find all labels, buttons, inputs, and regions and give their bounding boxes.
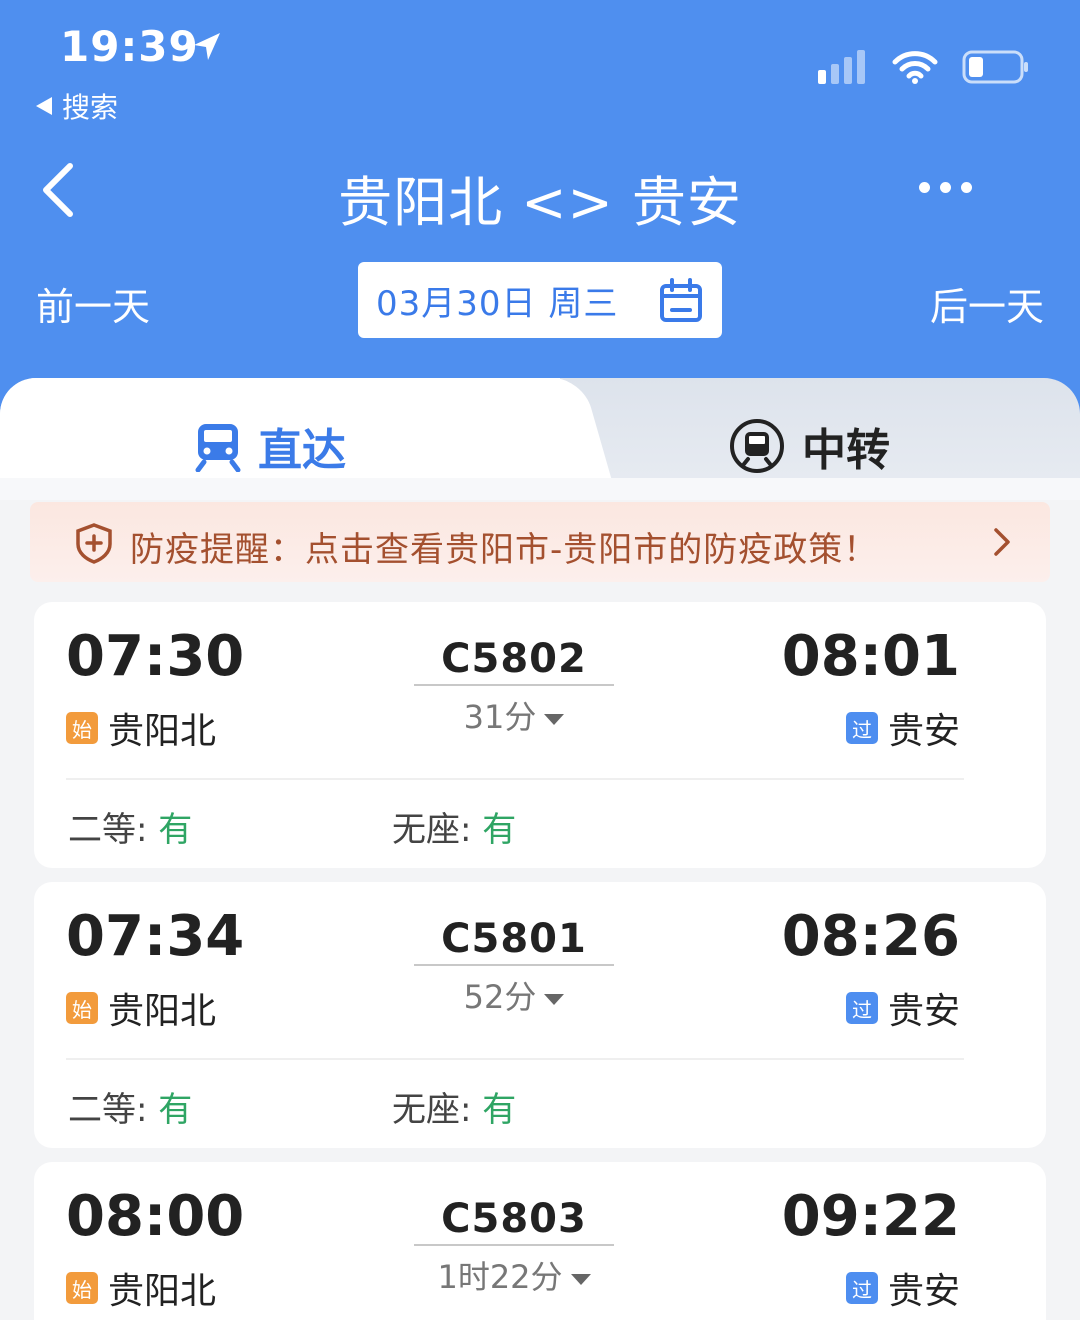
train-number: C5803 (441, 1196, 587, 1242)
shield-icon (76, 523, 112, 564)
train-icon (195, 424, 241, 472)
back-to-app-button[interactable]: 搜索 (36, 86, 118, 126)
pass-badge: 过 (845, 712, 878, 744)
seat-second-class: 二等: 有 (68, 810, 193, 850)
start-badge: 始 (66, 712, 98, 744)
arrival-station-name: 贵安 (887, 1271, 960, 1312)
arrival-station: 过 贵安 (845, 1262, 960, 1314)
departure-station-name: 贵阳北 (108, 711, 217, 752)
duration-text: 1时22分 (437, 1258, 563, 1296)
seat-no-seat: 无座: 有 (392, 810, 517, 850)
location-arrow-icon (194, 33, 220, 60)
notice-text: 防疫提醒：点击查看贵阳市-贵阳市的防疫政策！ (130, 530, 879, 570)
arrival-station: 过 贵安 (845, 982, 960, 1034)
route-line (414, 1244, 614, 1246)
divider (66, 1058, 964, 1060)
back-triangle-icon (36, 97, 52, 115)
arrival-time: 09:22 (781, 1184, 960, 1249)
duration-text: 52分 (463, 978, 537, 1016)
divider (66, 778, 964, 780)
train-card[interactable]: 07:30 始 贵阳北 C5802 31分 08:01 过 贵安 二等: 有 无… (34, 602, 1046, 868)
train-card[interactable]: 07:34 始 贵阳北 C5801 52分 08:26 过 贵安 二等: 有 无… (34, 882, 1046, 1148)
more-icon[interactable] (919, 182, 972, 193)
signal-icon (818, 50, 865, 84)
duration-text: 31分 (463, 698, 537, 736)
seat-no-seat: 无座: 有 (392, 1090, 517, 1130)
page-title: 贵阳北 <> 贵安 (338, 171, 742, 234)
date-label: 03月30日 周三 (376, 283, 619, 324)
caret-down-icon (544, 713, 565, 725)
departure-time: 08:00 (66, 1184, 245, 1249)
departure-time: 07:30 (66, 624, 245, 689)
back-app-label: 搜索 (62, 91, 119, 124)
arrival-time: 08:26 (781, 904, 960, 969)
arrival-station: 过 贵安 (845, 702, 960, 754)
route-line (414, 684, 614, 686)
transfer-icon (730, 419, 784, 473)
start-badge: 始 (66, 992, 98, 1024)
tab-direct-label: 直达 (258, 425, 346, 476)
tab-transfer-label: 中转 (802, 425, 890, 476)
start-badge: 始 (66, 1272, 98, 1304)
battery-icon (962, 50, 1028, 84)
route-line (414, 964, 614, 966)
duration-toggle[interactable]: 1时22分 (414, 1252, 614, 1298)
train-number: C5802 (441, 636, 587, 682)
arrival-time: 08:01 (781, 624, 960, 689)
departure-station-name: 贵阳北 (108, 1271, 217, 1312)
caret-down-icon (544, 993, 565, 1005)
wifi-icon (892, 51, 938, 84)
prev-day-button[interactable]: 前一天 (36, 276, 150, 331)
departure-station: 始 贵阳北 (66, 982, 216, 1034)
departure-station: 始 贵阳北 (66, 702, 216, 754)
train-number: C5801 (441, 916, 587, 962)
duration-toggle[interactable]: 31分 (414, 692, 614, 738)
epidemic-notice[interactable]: 防疫提醒：点击查看贵阳市-贵阳市的防疫政策！ (30, 502, 1050, 582)
tab-transfer[interactable]: 中转 (728, 414, 890, 478)
calendar-icon (660, 278, 702, 322)
route-tabs: 直达 中转 (0, 378, 1080, 500)
pass-badge: 过 (845, 1272, 878, 1304)
duration-toggle[interactable]: 52分 (414, 972, 614, 1018)
date-picker[interactable]: 03月30日 周三 (358, 262, 722, 338)
next-day-button[interactable]: 后一天 (930, 276, 1044, 331)
departure-time: 07:34 (66, 904, 245, 969)
chevron-right-icon (994, 528, 1010, 556)
departure-station: 始 贵阳北 (66, 1262, 216, 1314)
status-time: 19:39 (60, 22, 199, 71)
tab-direct[interactable]: 直达 (194, 414, 346, 478)
pass-badge: 过 (845, 992, 878, 1024)
caret-down-icon (570, 1273, 591, 1285)
departure-station-name: 贵阳北 (108, 991, 217, 1032)
header-area: 19:39 搜索 贵阳北 <> 贵安 前一天 03月30日 周三 后一天 (0, 0, 1080, 420)
arrival-station-name: 贵安 (887, 991, 960, 1032)
train-card[interactable]: 08:00 始 贵阳北 C5803 1时22分 09:22 过 贵安 (34, 1162, 1046, 1320)
arrival-station-name: 贵安 (887, 711, 960, 752)
seat-second-class: 二等: 有 (68, 1090, 193, 1130)
status-icons (818, 50, 1030, 84)
